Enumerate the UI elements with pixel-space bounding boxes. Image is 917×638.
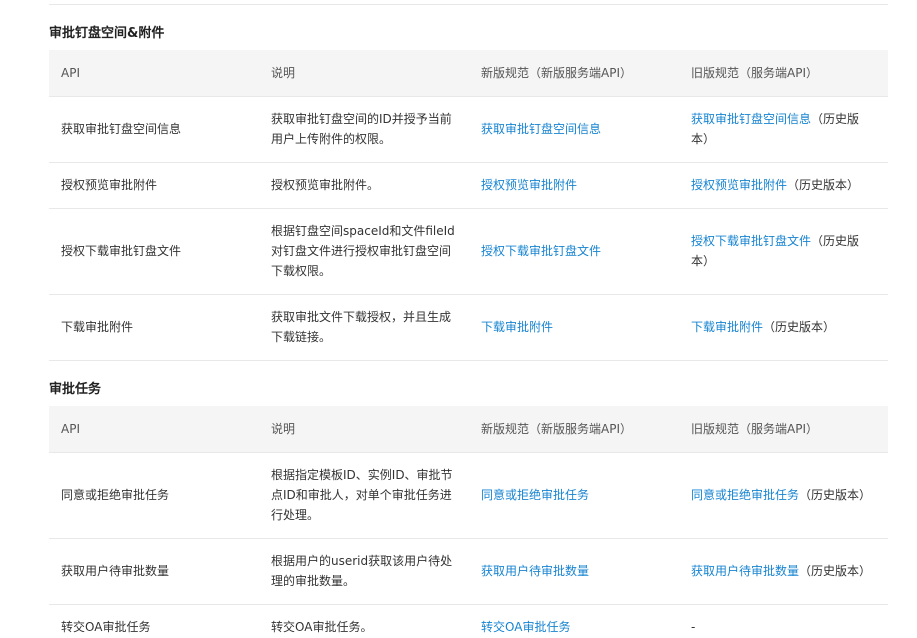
- new-spec-cell: 转交OA审批任务: [469, 604, 679, 638]
- old-spec-suffix: （历史版本）: [787, 178, 860, 192]
- api-name: 同意或拒绝审批任务: [49, 452, 259, 539]
- api-name: 获取用户待审批数量: [49, 538, 259, 605]
- header-old-spec: 旧版规范（服务端API）: [679, 406, 888, 453]
- new-spec-link[interactable]: 授权下载审批钉盘文件: [481, 244, 601, 258]
- new-spec-cell: 获取用户待审批数量: [469, 538, 679, 605]
- old-spec-cell: 获取审批钉盘空间信息（历史版本）: [679, 96, 888, 163]
- api-desc: 根据指定模板ID、实例ID、审批节点ID和审批人，对单个审批任务进行处理。: [259, 452, 469, 539]
- old-spec-suffix: （历史版本）: [799, 564, 872, 578]
- old-spec-cell: -: [679, 604, 888, 638]
- section-title-drive-attachments: 审批钉盘空间&附件: [49, 26, 165, 41]
- api-desc: 获取审批钉盘空间的ID并授予当前用户上传附件的权限。: [259, 96, 469, 163]
- new-spec-cell: 授权预览审批附件: [469, 162, 679, 209]
- old-spec-suffix: （历史版本）: [763, 320, 836, 334]
- api-name: 转交OA审批任务: [49, 604, 259, 638]
- api-desc: 获取审批文件下载授权，并且生成下载链接。: [259, 294, 469, 361]
- table-row: 获取审批钉盘空间信息 获取审批钉盘空间的ID并授予当前用户上传附件的权限。 获取…: [49, 96, 888, 163]
- new-spec-link[interactable]: 获取审批钉盘空间信息: [481, 122, 601, 136]
- old-spec-link[interactable]: 授权预览审批附件: [691, 178, 787, 192]
- old-spec-link[interactable]: 下载审批附件: [691, 320, 763, 334]
- old-spec-link[interactable]: 授权下载审批钉盘文件: [691, 234, 811, 248]
- table-header-row: API 说明 新版规范（新版服务端API） 旧版规范（服务端API）: [49, 50, 888, 97]
- api-name: 获取审批钉盘空间信息: [49, 96, 259, 163]
- header-new-spec: 新版规范（新版服务端API）: [469, 50, 679, 97]
- new-spec-link[interactable]: 授权预览审批附件: [481, 178, 577, 192]
- new-spec-link[interactable]: 转交OA审批任务: [481, 620, 570, 634]
- table-row: 授权下载审批钉盘文件 根据钉盘空间spaceId和文件fileId对钉盘文件进行…: [49, 208, 888, 295]
- api-name: 授权下载审批钉盘文件: [49, 208, 259, 295]
- old-spec-link[interactable]: 获取审批钉盘空间信息: [691, 112, 811, 126]
- table-row: 授权预览审批附件 授权预览审批附件。 授权预览审批附件 授权预览审批附件（历史版…: [49, 162, 888, 209]
- api-desc: 根据用户的userid获取该用户待处理的审批数量。: [259, 538, 469, 605]
- old-spec-cell: 授权预览审批附件（历史版本）: [679, 162, 888, 209]
- old-spec-suffix: -: [691, 620, 696, 634]
- old-spec-cell: 下载审批附件（历史版本）: [679, 294, 888, 361]
- new-spec-cell: 获取审批钉盘空间信息: [469, 96, 679, 163]
- header-desc: 说明: [259, 50, 469, 97]
- api-desc: 转交OA审批任务。: [259, 604, 469, 638]
- header-desc: 说明: [259, 406, 469, 453]
- api-table-drive-attachments: API 说明 新版规范（新版服务端API） 旧版规范（服务端API） 获取审批钉…: [49, 50, 888, 361]
- old-spec-cell: 获取用户待审批数量（历史版本）: [679, 538, 888, 605]
- header-new-spec: 新版规范（新版服务端API）: [469, 406, 679, 453]
- api-desc: 授权预览审批附件。: [259, 162, 469, 209]
- table-row: 获取用户待审批数量 根据用户的userid获取该用户待处理的审批数量。 获取用户…: [49, 538, 888, 605]
- header-api: API: [49, 406, 259, 453]
- old-spec-cell: 授权下载审批钉盘文件（历史版本）: [679, 208, 888, 295]
- table-row: 下载审批附件 获取审批文件下载授权，并且生成下载链接。 下载审批附件 下载审批附…: [49, 294, 888, 361]
- table-row: 转交OA审批任务 转交OA审批任务。 转交OA审批任务 -: [49, 604, 888, 638]
- old-spec-cell: 同意或拒绝审批任务（历史版本）: [679, 452, 888, 539]
- api-desc: 根据钉盘空间spaceId和文件fileId对钉盘文件进行授权审批钉盘空间下载权…: [259, 208, 469, 295]
- table-row: 同意或拒绝审批任务 根据指定模板ID、实例ID、审批节点ID和审批人，对单个审批…: [49, 452, 888, 539]
- old-spec-link[interactable]: 获取用户待审批数量: [691, 564, 799, 578]
- old-spec-link[interactable]: 同意或拒绝审批任务: [691, 488, 799, 502]
- new-spec-link[interactable]: 下载审批附件: [481, 320, 553, 334]
- api-table-approval-tasks: API 说明 新版规范（新版服务端API） 旧版规范（服务端API） 同意或拒绝…: [49, 406, 888, 638]
- old-spec-suffix: （历史版本）: [799, 488, 872, 502]
- new-spec-link[interactable]: 同意或拒绝审批任务: [481, 488, 589, 502]
- top-divider: [49, 4, 888, 5]
- new-spec-cell: 下载审批附件: [469, 294, 679, 361]
- table-header-row: API 说明 新版规范（新版服务端API） 旧版规范（服务端API）: [49, 406, 888, 453]
- section-title-approval-tasks: 审批任务: [49, 382, 102, 397]
- api-name: 下载审批附件: [49, 294, 259, 361]
- new-spec-cell: 授权下载审批钉盘文件: [469, 208, 679, 295]
- header-api: API: [49, 50, 259, 97]
- api-name: 授权预览审批附件: [49, 162, 259, 209]
- new-spec-link[interactable]: 获取用户待审批数量: [481, 564, 589, 578]
- header-old-spec: 旧版规范（服务端API）: [679, 50, 888, 97]
- new-spec-cell: 同意或拒绝审批任务: [469, 452, 679, 539]
